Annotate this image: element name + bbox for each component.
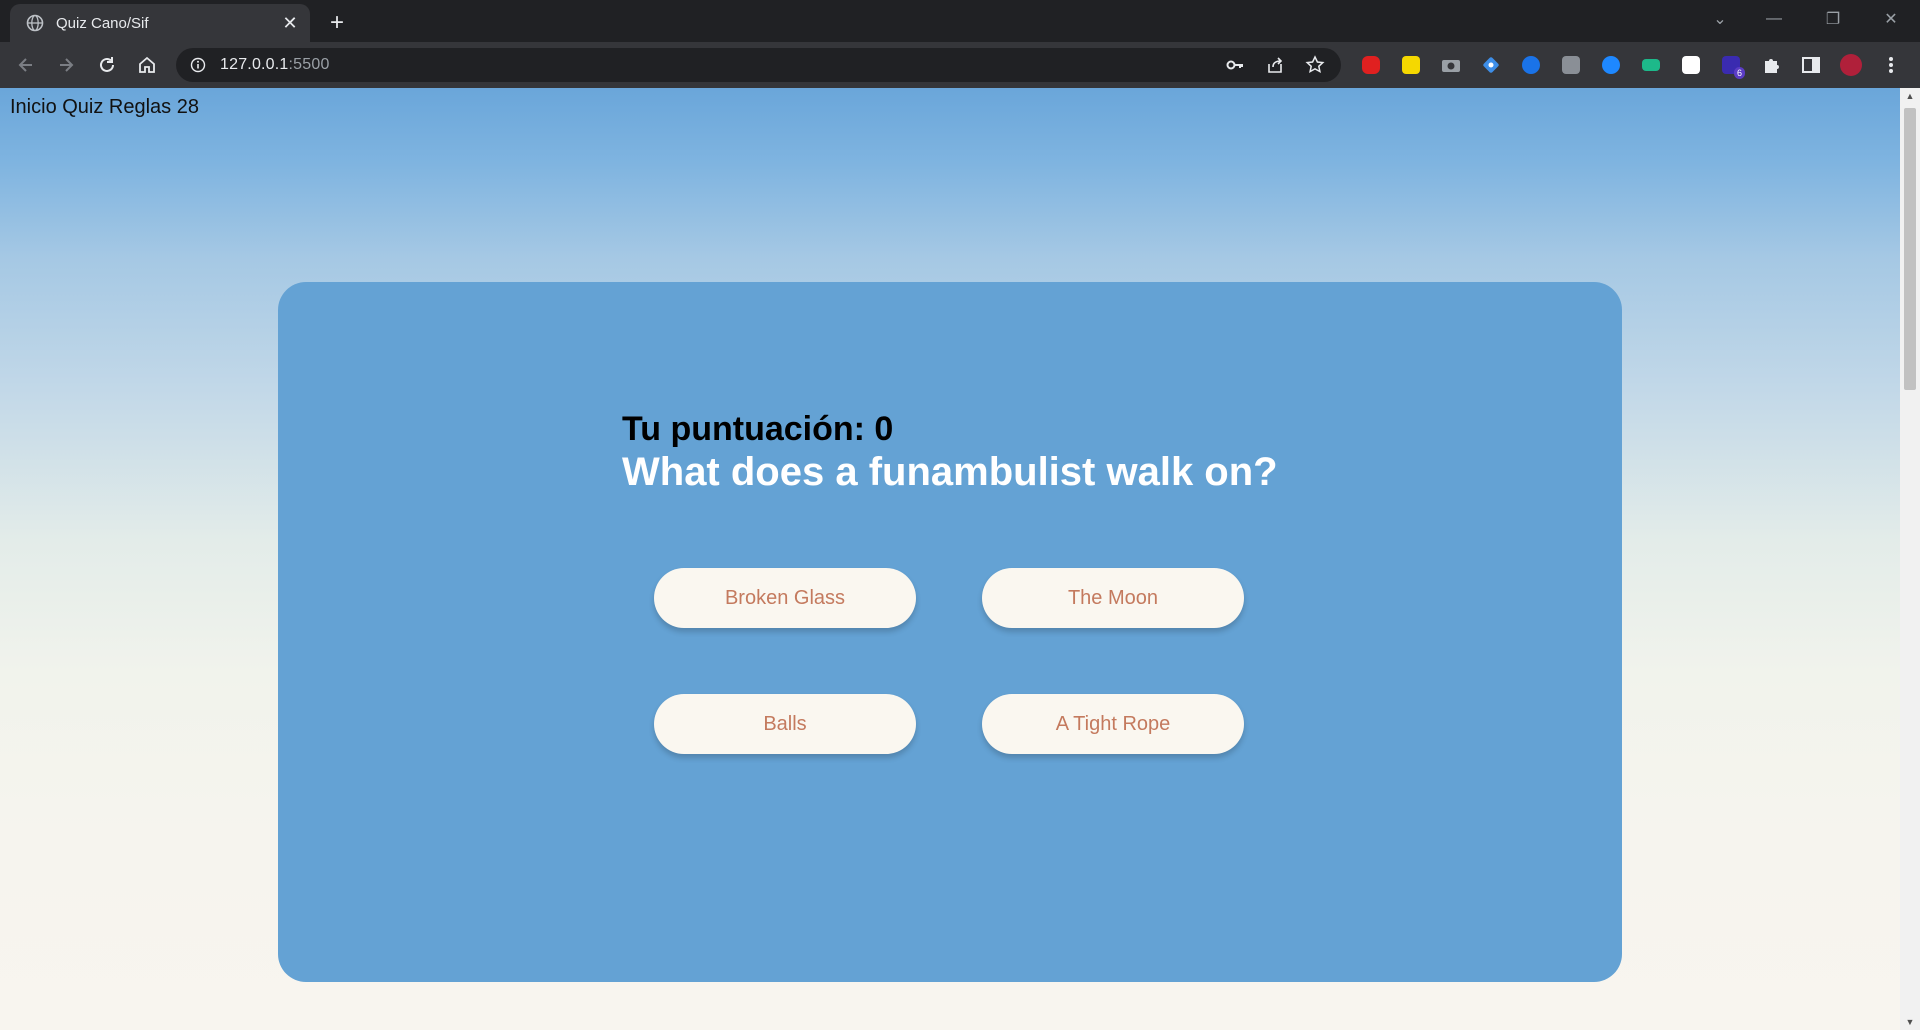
- gamepad-extension-icon[interactable]: [1475, 49, 1507, 81]
- back-button[interactable]: [10, 49, 42, 81]
- s-extension-icon[interactable]: [1675, 49, 1707, 81]
- key-icon[interactable]: [1219, 49, 1251, 81]
- play-extension-icon[interactable]: [1515, 49, 1547, 81]
- menu-kebab-icon[interactable]: [1875, 49, 1907, 81]
- browser-tab[interactable]: Quiz Cano/Sif ✕: [10, 4, 310, 42]
- letter-extension-icon[interactable]: [1395, 49, 1427, 81]
- answer-button-2[interactable]: The Moon: [982, 568, 1244, 628]
- bookmark-star-icon[interactable]: [1299, 49, 1331, 81]
- url-port: :5500: [288, 56, 330, 73]
- score-text: Tu puntuación: 0: [622, 410, 894, 448]
- browser-tabstrip: Quiz Cano/Sif ✕ + ⌄ — ❐ ✕: [0, 0, 1920, 42]
- side-panel-icon[interactable]: [1795, 49, 1827, 81]
- browser-toolbar: 127.0.0.1:5500 6: [0, 42, 1920, 88]
- reload-button[interactable]: [91, 49, 123, 81]
- camera-extension-icon[interactable]: [1435, 49, 1467, 81]
- close-window-button[interactable]: ✕: [1868, 0, 1914, 38]
- cube-extension-icon[interactable]: 6: [1715, 49, 1747, 81]
- scroll-thumb[interactable]: [1904, 108, 1916, 390]
- forward-button[interactable]: [50, 49, 82, 81]
- chevron-down-icon[interactable]: ⌄: [1697, 0, 1743, 38]
- answer-button-1[interactable]: Broken Glass: [654, 568, 916, 628]
- home-button[interactable]: [131, 49, 163, 81]
- close-icon[interactable]: ✕: [276, 9, 304, 37]
- extensions-area: 6: [1355, 49, 1907, 81]
- tab-title: Quiz Cano/Sif: [56, 14, 149, 32]
- answer-button-4[interactable]: A Tight Rope: [982, 694, 1244, 754]
- code-extension-icon[interactable]: [1555, 49, 1587, 81]
- vertical-scrollbar[interactable]: ▲ ▼: [1900, 88, 1920, 1030]
- quiz-card: Tu puntuación: 0 What does a funambulist…: [278, 282, 1622, 982]
- url-text: 127.0.0.1:5500: [220, 56, 330, 74]
- nav-link[interactable]: Inicio Quiz Reglas 28: [10, 96, 199, 119]
- puzzle-extensions-icon[interactable]: [1755, 49, 1787, 81]
- new-tab-button[interactable]: +: [322, 8, 352, 38]
- url-host: 127.0.0.1: [220, 56, 289, 73]
- scroll-up-arrow-icon[interactable]: ▲: [1900, 88, 1920, 104]
- cash-extension-icon[interactable]: [1635, 49, 1667, 81]
- shazam-extension-icon[interactable]: [1595, 49, 1627, 81]
- minimize-button[interactable]: —: [1751, 0, 1797, 38]
- restore-button[interactable]: ❐: [1810, 0, 1856, 38]
- scroll-down-arrow-icon[interactable]: ▼: [1900, 1014, 1920, 1030]
- globe-icon: [26, 14, 44, 32]
- address-bar[interactable]: 127.0.0.1:5500: [176, 48, 1341, 82]
- extension-badge: 6: [1733, 67, 1745, 79]
- question-text: What does a funambulist walk on?: [622, 450, 1278, 494]
- info-icon[interactable]: [188, 55, 208, 75]
- answer-button-3[interactable]: Balls: [654, 694, 916, 754]
- page-viewport: Inicio Quiz Reglas 28 Tu puntuación: 0 W…: [0, 88, 1900, 1030]
- hand-stop-extension-icon[interactable]: [1355, 49, 1387, 81]
- share-icon[interactable]: [1259, 49, 1291, 81]
- avatar[interactable]: [1835, 49, 1867, 81]
